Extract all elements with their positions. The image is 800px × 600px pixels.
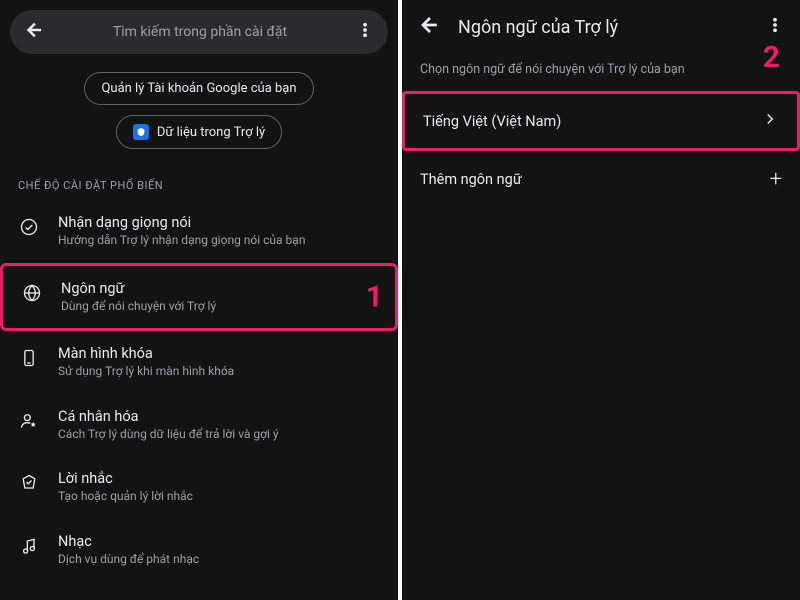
manage-account-chip[interactable]: Quản lý Tài khoản Google của bạn bbox=[84, 72, 313, 105]
page-title: Ngôn ngữ của Trợ lý bbox=[458, 17, 748, 38]
chip-label: Dữ liệu trong Trợ lý bbox=[157, 125, 265, 140]
row-subtitle: Cách Trợ lý dùng dữ liệu để trả lời và g… bbox=[58, 427, 279, 443]
row-subtitle: Dịch vụ dùng để phát nhạc bbox=[58, 552, 199, 568]
language-label: Tiếng Việt (Việt Nam) bbox=[423, 113, 761, 130]
row-music[interactable]: Nhạc Dịch vụ dùng để phát nhạc bbox=[0, 519, 398, 582]
person-star-icon bbox=[18, 410, 40, 432]
callout-number-2: 2 bbox=[763, 40, 780, 75]
back-icon[interactable] bbox=[24, 20, 44, 44]
row-voice-match[interactable]: Nhận dạng giọng nói Hướng dẫn Trợ lý nhậ… bbox=[0, 200, 398, 263]
row-title: Cá nhân hóa bbox=[58, 408, 279, 425]
music-note-icon bbox=[18, 535, 40, 557]
globe-icon bbox=[21, 282, 43, 304]
search-placeholder: Tìm kiếm trong phần cài đặt bbox=[56, 24, 344, 40]
chips-row: Quản lý Tài khoản Google của bạn Dữ liệu… bbox=[0, 72, 398, 149]
more-icon[interactable] bbox=[356, 21, 374, 43]
settings-list: Nhận dạng giọng nói Hướng dẫn Trợ lý nhậ… bbox=[0, 200, 398, 582]
row-subtitle: Hướng dẫn Trợ lý nhận dạng giọng nói của… bbox=[58, 233, 305, 249]
row-title: Ngôn ngữ bbox=[61, 280, 216, 297]
language-list: Tiếng Việt (Việt Nam) Thêm ngôn ngữ + bbox=[402, 91, 800, 208]
page-subtitle: Chọn ngôn ngữ để nói chuyện với Trợ lý c… bbox=[402, 54, 800, 91]
back-icon[interactable] bbox=[418, 14, 440, 40]
add-language-row[interactable]: Thêm ngôn ngữ + bbox=[402, 151, 800, 208]
row-subtitle: Sử dụng Trợ lý khi màn hình khóa bbox=[58, 364, 234, 380]
row-reminders[interactable]: Lời nhắc Tạo hoặc quản lý lời nhắc bbox=[0, 456, 398, 519]
language-row-primary[interactable]: Tiếng Việt (Việt Nam) bbox=[402, 91, 800, 151]
row-title: Nhận dạng giọng nói bbox=[58, 214, 305, 231]
row-title: Màn hình khóa bbox=[58, 345, 234, 362]
check-circle-icon bbox=[18, 216, 40, 238]
reminder-icon bbox=[18, 472, 40, 494]
assistant-data-chip[interactable]: Dữ liệu trong Trợ lý bbox=[116, 115, 282, 149]
row-subtitle: Dùng để nói chuyện với Trợ lý bbox=[61, 299, 216, 315]
chip-label: Quản lý Tài khoản Google của bạn bbox=[101, 81, 296, 96]
chevron-right-icon bbox=[761, 110, 779, 132]
callout-number-1: 1 bbox=[366, 279, 383, 314]
row-lock-screen[interactable]: Màn hình khóa Sử dụng Trợ lý khi màn hìn… bbox=[0, 331, 398, 394]
add-language-label: Thêm ngôn ngữ bbox=[420, 171, 770, 188]
right-header: Ngôn ngữ của Trợ lý bbox=[402, 0, 800, 54]
row-subtitle: Tạo hoặc quản lý lời nhắc bbox=[58, 489, 193, 505]
lock-screen-icon bbox=[18, 347, 40, 369]
shield-icon bbox=[133, 124, 149, 140]
row-title: Nhạc bbox=[58, 533, 199, 550]
row-title: Lời nhắc bbox=[58, 470, 193, 487]
row-personalization[interactable]: Cá nhân hóa Cách Trợ lý dùng dữ liệu để … bbox=[0, 394, 398, 457]
plus-icon: + bbox=[770, 167, 782, 192]
left-settings-panel: Tìm kiếm trong phần cài đặt Quản lý Tài … bbox=[0, 0, 398, 600]
search-bar[interactable]: Tìm kiếm trong phần cài đặt bbox=[10, 10, 388, 54]
section-header: CHẾ ĐỘ CÀI ĐẶT PHỔ BIẾN bbox=[0, 167, 398, 200]
right-languages-panel: 2 Ngôn ngữ của Trợ lý Chọn ngôn ngữ để n… bbox=[402, 0, 800, 600]
row-languages[interactable]: Ngôn ngữ Dùng để nói chuyện với Trợ lý 1 bbox=[0, 263, 398, 332]
more-icon[interactable] bbox=[766, 16, 784, 38]
